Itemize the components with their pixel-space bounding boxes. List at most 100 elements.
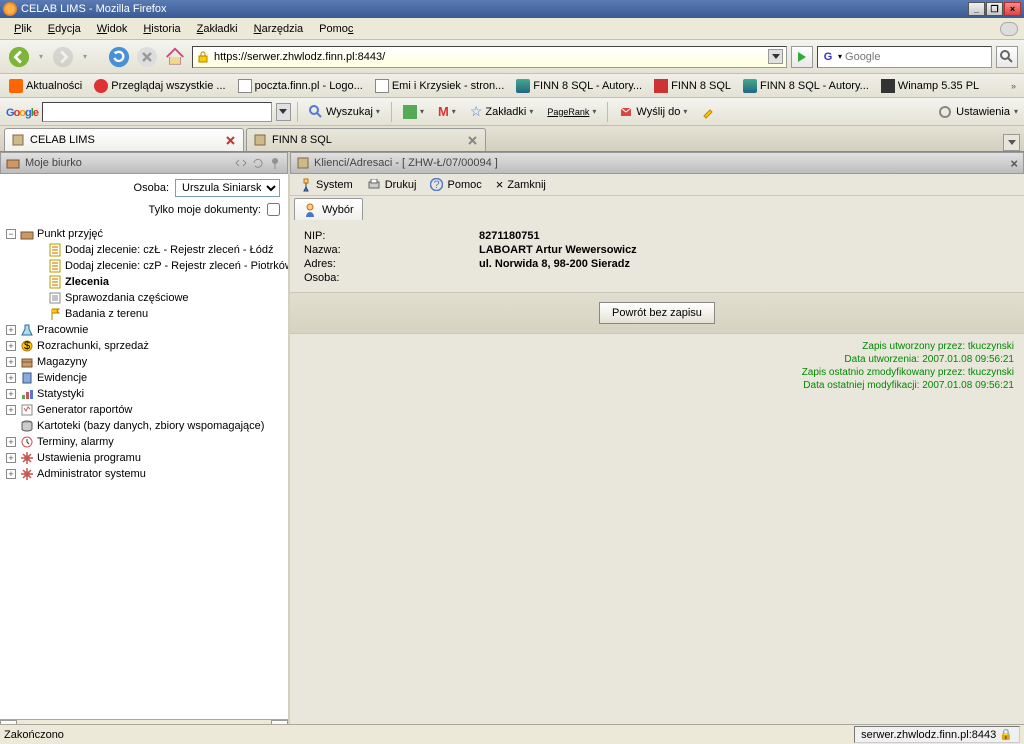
tree-node-icon (47, 259, 62, 273)
google-highlight-button[interactable] (696, 101, 720, 123)
tree-item[interactable]: +Generator raportów (2, 402, 286, 418)
tree-item[interactable]: Dodaj zlecenie: czŁ - Rejestr zleceń - Ł… (2, 242, 286, 258)
menu-file[interactable]: Plik (6, 21, 40, 37)
bookmark-item[interactable]: Winamp 5.35 PL (876, 78, 984, 94)
bookmark-item[interactable]: FINN 8 SQL - Autory... (511, 78, 647, 94)
bookmark-item[interactable]: Przeglądaj wszystkie ... (89, 78, 230, 94)
menu-print[interactable]: Drukuj (362, 179, 422, 191)
tree-item[interactable]: +Pracownie (2, 322, 286, 338)
tab-close-button[interactable] (465, 133, 479, 147)
bookmark-item[interactable]: poczta.finn.pl - Logo... (233, 78, 368, 94)
tree-node-icon (19, 387, 34, 401)
tree-item-label: Magazyny (37, 356, 87, 368)
tree-expand-icon[interactable]: + (6, 357, 16, 367)
browser-tab[interactable]: CELAB LIMS (4, 128, 244, 151)
bookmark-item[interactable]: FINN 8 SQL - Autory... (738, 78, 874, 94)
url-bar[interactable] (192, 46, 787, 68)
google-send-button[interactable]: Wyślij do▾ (614, 101, 692, 123)
tree-item[interactable]: Dodaj zlecenie: czP - Rejestr zleceń - P… (2, 258, 286, 274)
search-input[interactable] (845, 51, 988, 63)
menu-bookmarks[interactable]: Zakładki (189, 21, 246, 37)
tree-expand-icon[interactable]: − (6, 229, 16, 239)
menu-close[interactable]: ×Zamknij (491, 177, 551, 192)
tree-node-icon (47, 275, 62, 289)
right-pane: Klienci/Adresaci - [ ZHW-Ł/07/00094 ] × … (290, 152, 1024, 736)
tree-expand-icon[interactable]: + (6, 373, 16, 383)
tree-expand-icon[interactable]: + (6, 405, 16, 415)
return-button[interactable]: Powrót bez zapisu (599, 302, 715, 324)
refresh-tree-icon[interactable] (251, 156, 265, 170)
google-bookmarks-button[interactable]: ☆Zakładki▾ (465, 101, 539, 123)
back-button[interactable] (6, 44, 32, 70)
stop-button (136, 46, 158, 68)
tree-item[interactable]: Sprawozdania częściowe (2, 290, 286, 306)
field-label: Nazwa: (304, 244, 479, 256)
tree-item-label: Zlecenia (65, 276, 109, 288)
tree-item[interactable]: Kartoteki (bazy danych, zbiory wspomagaj… (2, 418, 286, 434)
close-panel-button[interactable]: × (1010, 156, 1018, 171)
tree-item[interactable]: +Administrator systemu (2, 466, 286, 482)
desk-icon (6, 156, 20, 170)
tree-item[interactable]: + Magazyny (2, 354, 286, 370)
go-button[interactable] (791, 46, 813, 68)
osoba-select[interactable]: Urszula Siniarska (175, 179, 280, 197)
tree-item[interactable]: Badania z terenu (2, 306, 286, 322)
tab-close-button[interactable] (223, 133, 237, 147)
google-search-dropdown[interactable] (276, 103, 291, 121)
bookmarks-overflow[interactable]: » (1007, 81, 1020, 91)
restore-button[interactable]: ❐ (986, 2, 1003, 16)
tree-item[interactable]: −Punkt przyjęć (2, 226, 286, 242)
tree-item[interactable]: Zlecenia (2, 274, 286, 290)
bookmark-item[interactable]: Aktualności (4, 78, 87, 94)
reload-button[interactable] (106, 44, 132, 70)
tree-item[interactable]: +Ewidencje (2, 370, 286, 386)
google-gmail-button[interactable]: M▾ (433, 101, 461, 123)
menu-view[interactable]: Widok (89, 21, 136, 37)
tree-expand-icon[interactable]: + (6, 341, 16, 351)
firefox-icon (3, 2, 17, 16)
bookmark-icon (881, 79, 895, 93)
google-news-button[interactable]: ▾ (398, 101, 429, 123)
tree-expand-icon[interactable]: + (6, 469, 16, 479)
menu-tools[interactable]: Narzędzia (246, 21, 312, 37)
menu-edit[interactable]: Edycja (40, 21, 89, 37)
home-button[interactable] (162, 44, 188, 70)
tree-expand-icon[interactable]: + (6, 437, 16, 447)
tree-item[interactable]: +Terminy, alarmy (2, 434, 286, 450)
tylko-checkbox[interactable] (267, 203, 280, 216)
url-input[interactable] (214, 51, 764, 63)
url-dropdown[interactable] (768, 49, 783, 64)
close-window-button[interactable]: × (1004, 2, 1021, 16)
pin-icon[interactable] (268, 156, 282, 170)
tree-item-label: Kartoteki (bazy danych, zbiory wspomagaj… (37, 420, 264, 432)
google-pagerank[interactable]: PageRank▾ (542, 101, 601, 123)
bookmark-icon (94, 79, 108, 93)
search-bar[interactable]: G▾ (817, 46, 992, 68)
audit-line: Zapis ostatnio zmodyfikowany przez: tkuc… (290, 366, 1014, 379)
tree-expand-icon[interactable]: + (6, 389, 16, 399)
tree-expand-icon[interactable]: + (6, 325, 16, 335)
bookmark-icon (238, 79, 252, 93)
bookmark-icon (375, 79, 389, 93)
back-dropdown[interactable]: ▾ (36, 46, 46, 68)
menu-help[interactable]: Pomoc (311, 21, 361, 37)
search-submit[interactable] (996, 46, 1018, 68)
google-settings-button[interactable]: Ustawienia (956, 106, 1010, 118)
menu-help[interactable]: ?Pomoc (425, 178, 486, 191)
tree-expand-icon[interactable]: + (6, 453, 16, 463)
menu-system[interactable]: System (295, 178, 358, 192)
bookmark-item[interactable]: FINN 8 SQL (649, 78, 736, 94)
tab-wybor[interactable]: Wybór (294, 198, 363, 220)
collapse-icon[interactable] (234, 156, 248, 170)
google-search-input[interactable] (42, 102, 272, 122)
menu-history[interactable]: Historia (135, 21, 188, 37)
throbber-icon (1000, 22, 1018, 36)
tree-item[interactable]: +Statystyki (2, 386, 286, 402)
tabs-dropdown[interactable] (1003, 134, 1020, 151)
bookmark-item[interactable]: Emi i Krzysiek - stron... (370, 78, 509, 94)
tree-item[interactable]: +$Rozrachunki, sprzedaż (2, 338, 286, 354)
browser-tab[interactable]: FINN 8 SQL (246, 128, 486, 151)
minimize-button[interactable]: _ (968, 2, 985, 16)
google-search-button[interactable]: Wyszukaj▾ (304, 101, 385, 123)
tree-item[interactable]: +Ustawienia programu (2, 450, 286, 466)
